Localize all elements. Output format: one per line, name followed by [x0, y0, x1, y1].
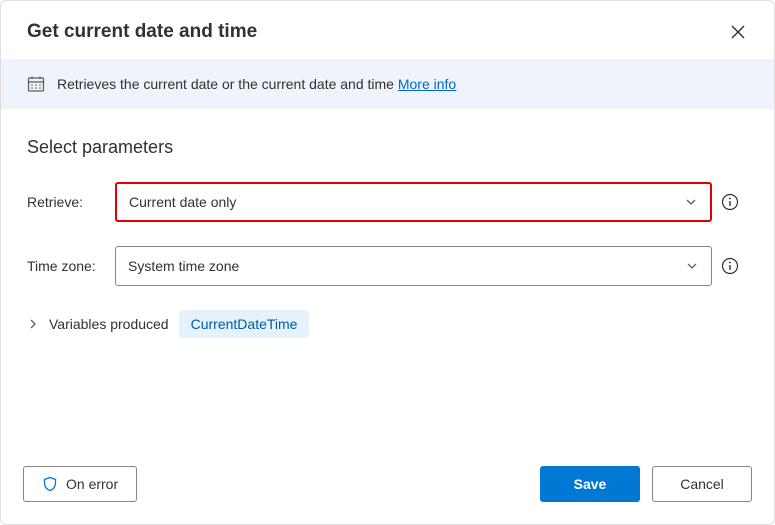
- dialog-title: Get current date and time: [27, 21, 257, 43]
- shield-icon: [42, 476, 58, 492]
- chevron-down-icon: [685, 259, 699, 273]
- save-button[interactable]: Save: [540, 466, 640, 502]
- close-icon: [731, 25, 745, 39]
- info-icon: [721, 193, 739, 211]
- dialog-header: Get current date and time: [1, 1, 774, 59]
- timezone-select[interactable]: System time zone: [115, 246, 712, 286]
- variable-chip[interactable]: CurrentDateTime: [179, 310, 310, 338]
- param-row-timezone: Time zone: System time zone: [27, 246, 748, 286]
- on-error-button[interactable]: On error: [23, 466, 137, 502]
- cancel-button[interactable]: Cancel: [652, 466, 752, 502]
- calendar-icon: [27, 75, 45, 93]
- chevron-right-icon: [27, 318, 39, 330]
- on-error-label: On error: [66, 476, 118, 492]
- retrieve-value: Current date only: [129, 194, 236, 210]
- variables-expand[interactable]: [27, 318, 39, 330]
- timezone-help[interactable]: [712, 257, 748, 275]
- variables-row: Variables produced CurrentDateTime: [27, 310, 748, 338]
- dialog-footer: On error Save Cancel: [1, 448, 774, 524]
- more-info-link[interactable]: More info: [398, 76, 456, 92]
- timezone-label: Time zone:: [27, 258, 115, 274]
- dialog-content: Select parameters Retrieve: Current date…: [1, 109, 774, 448]
- param-row-retrieve: Retrieve: Current date only: [27, 182, 748, 222]
- info-icon: [721, 257, 739, 275]
- section-title: Select parameters: [27, 137, 748, 158]
- variables-label: Variables produced: [49, 316, 169, 332]
- close-button[interactable]: [728, 22, 748, 42]
- banner-text: Retrieves the current date or the curren…: [57, 76, 456, 92]
- retrieve-label: Retrieve:: [27, 194, 115, 210]
- info-banner: Retrieves the current date or the curren…: [1, 59, 774, 109]
- timezone-value: System time zone: [128, 258, 239, 274]
- retrieve-select[interactable]: Current date only: [115, 182, 712, 222]
- retrieve-help[interactable]: [712, 193, 748, 211]
- chevron-down-icon: [684, 195, 698, 209]
